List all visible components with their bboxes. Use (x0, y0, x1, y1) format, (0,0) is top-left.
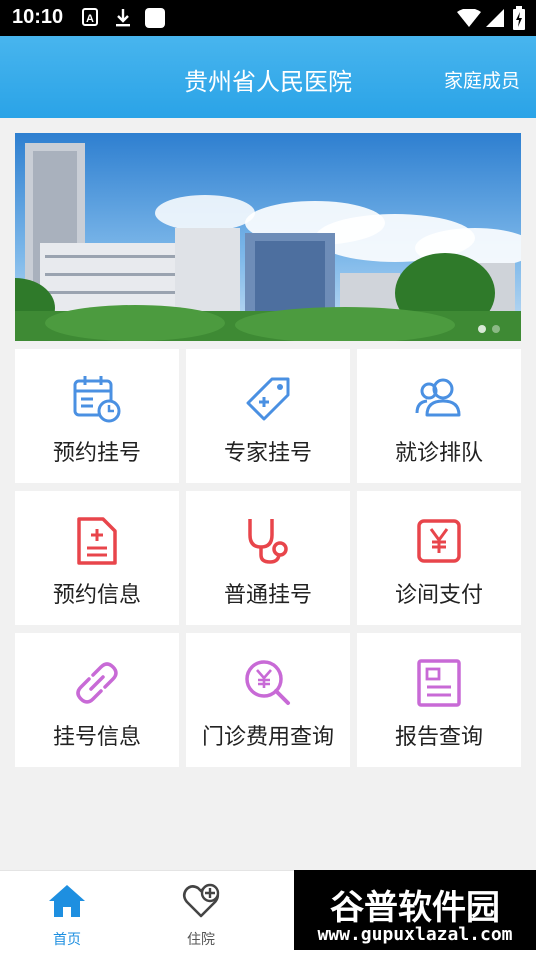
app-header: 贵州省人民医院 家庭成员 (0, 36, 536, 118)
hospital-banner[interactable] (15, 133, 521, 341)
carousel-dot (492, 325, 500, 333)
tag-icon (246, 377, 290, 421)
yuan-search-icon (245, 660, 290, 705)
family-members-button[interactable]: 家庭成员 (444, 66, 520, 93)
menu-tile-label: 门诊费用查询 (201, 725, 334, 750)
link-icon (76, 662, 118, 704)
wifi-icon (457, 9, 481, 27)
menu-tile-outpatient-fee-query[interactable]: 门诊费用查询 (186, 633, 350, 767)
menu-tile-label: 专家挂号 (223, 441, 312, 466)
carousel-dot (478, 325, 486, 333)
yuan-icon (417, 519, 461, 563)
notification-square-icon (145, 8, 165, 28)
keyboard-a-icon: A (82, 8, 98, 26)
tab-label: 首页 (53, 932, 81, 948)
menu-tile-label: 诊间支付 (394, 583, 483, 608)
menu-tile-queue[interactable]: 就诊排队 (357, 349, 521, 483)
home-icon (49, 885, 85, 917)
tab-label: 住院 (187, 932, 215, 948)
menu-tile-report-query[interactable]: 报告查询 (357, 633, 521, 767)
download-icon (116, 9, 130, 27)
tab-inpatient[interactable]: 住院 (134, 871, 268, 954)
watermark-logo: 谷普软件园 (330, 888, 500, 928)
status-bar: 10:10 A (0, 0, 536, 36)
calendar-clock-icon (73, 376, 121, 423)
menu-tile-label: 就诊排队 (394, 441, 483, 466)
menu-tile-label: 预约信息 (52, 583, 141, 608)
menu-tile-appointment-info[interactable]: 预约信息 (15, 491, 179, 625)
watermark-url: www.gupuxlazal.com (317, 924, 513, 945)
menu-tile-appointment-booking[interactable]: 预约挂号 (15, 349, 179, 483)
watermark: 谷普软件园 www.gupuxlazal.com (294, 870, 536, 950)
menu-tile-label: 预约挂号 (52, 441, 141, 466)
menu-tile-registration-info[interactable]: 挂号信息 (15, 633, 179, 767)
people-icon (415, 378, 461, 417)
battery-charging-icon (513, 6, 525, 30)
menu-tile-general-registration[interactable]: 普通挂号 (186, 491, 350, 625)
status-time: 10:10 (12, 6, 64, 28)
document-plus-icon (77, 517, 117, 565)
hospital-building-image (15, 133, 521, 341)
menu-tile-label: 报告查询 (394, 725, 483, 750)
menu-tile-label: 挂号信息 (52, 725, 141, 750)
menu-tile-clinic-payment[interactable]: 诊间支付 (357, 491, 521, 625)
tab-home[interactable]: 首页 (0, 871, 134, 954)
svg-text:A: A (86, 13, 94, 25)
menu-tile-expert-registration[interactable]: 专家挂号 (186, 349, 350, 483)
signal-icon (486, 9, 504, 27)
stethoscope-icon (248, 519, 288, 564)
menu-tile-label: 普通挂号 (223, 583, 312, 608)
report-icon (417, 659, 461, 707)
heart-plus-icon (182, 883, 220, 918)
